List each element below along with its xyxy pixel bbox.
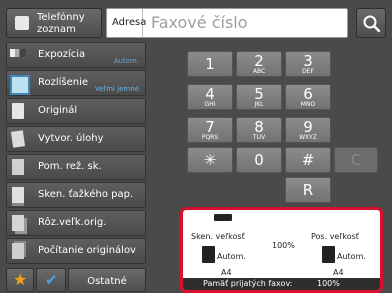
fax-memory-label: Pamäť prijatých faxov: (203, 279, 293, 288)
sidebar-item-value: Autom. (113, 57, 139, 65)
phonebook-label: Telefónny zoznam (37, 12, 85, 35)
key-asterisk[interactable]: ✳ (187, 147, 233, 173)
sidebar-item-label: Vytvor. úlohy (38, 133, 104, 144)
send-size-label: Pos. veľkosť (311, 232, 359, 241)
scan-auto-value: Autom. (217, 252, 246, 261)
sidebar-item-label: Expozícia (38, 49, 86, 60)
confirm-button[interactable]: ✔ (36, 268, 66, 292)
key-hash[interactable]: # (285, 147, 331, 173)
favorites-button[interactable]: ★ (6, 268, 34, 292)
sidebar-item-label: Sken. ťažkého pap. (38, 189, 134, 200)
fax-memory-value: 100% (317, 279, 340, 288)
sidebar-item-slow-scan[interactable]: Pom. rež. sk. (6, 154, 146, 180)
search-button[interactable] (356, 8, 386, 38)
key-2[interactable]: 2 ABC (236, 51, 282, 77)
key-6[interactable]: 6 MNO (285, 84, 331, 110)
key-5[interactable]: 5 JKL (236, 84, 282, 110)
send-auto-value: Autom. (337, 252, 366, 261)
key-letters: TUV (252, 134, 266, 141)
key-digit: ✳ (203, 151, 217, 169)
clear-label: C (350, 151, 362, 169)
key-letters: DEF (302, 68, 314, 75)
key-letters: ABC (252, 68, 266, 75)
resolution-icon (10, 75, 30, 95)
search-icon (363, 15, 381, 33)
key-0[interactable]: 0 (236, 147, 282, 173)
other-label: Ostatné (87, 276, 127, 287)
count-icon (12, 243, 24, 259)
sidebar-item-label: Počítanie originálov (38, 245, 136, 256)
key-digit: 0 (254, 151, 264, 169)
sidebar-item-exposure[interactable]: Expozícia Autom. (6, 42, 146, 68)
checkmark-icon: ✔ (45, 271, 58, 289)
scan-paper-size: A4 (221, 268, 232, 277)
star-icon: ★ (13, 270, 28, 289)
sidebar-item-value: Veľmi jemné (95, 85, 139, 93)
original-icon (12, 103, 24, 119)
address-label: Adresa (107, 9, 146, 37)
sidebar-item-label: Originál (38, 105, 78, 116)
key-letters: MNO (300, 101, 316, 108)
recall-label: R (302, 181, 314, 199)
sidebar-item-resolution[interactable]: Rozlíšenie Veľmi jemné (6, 70, 146, 96)
fax-number-placeholder: Faxové číslo (151, 13, 248, 32)
key-9[interactable]: 9 WXYZ (285, 117, 331, 143)
other-button[interactable]: Ostatné (68, 268, 146, 292)
exposure-icon (10, 49, 26, 57)
key-digit: 1 (205, 55, 215, 73)
ratio-value: 100% (272, 241, 295, 250)
scan-paper-icon (202, 246, 215, 263)
fax-memory-bar: Pamäť prijatých faxov: 100% (183, 278, 380, 290)
phonebook-icon (15, 16, 29, 30)
mixed-size-icon (12, 215, 24, 231)
scan-size-label: Sken. veľkosť (191, 232, 245, 241)
recall-button[interactable]: R (285, 177, 331, 203)
heavy-paper-icon (12, 187, 24, 206)
slow-scan-icon (12, 159, 24, 175)
key-7[interactable]: 7 PQRS (187, 117, 233, 143)
key-letters: PQRS (201, 134, 219, 141)
sidebar-item-original[interactable]: Originál (6, 98, 146, 124)
sidebar-item-label: Rozlíšenie (38, 77, 89, 88)
sidebar-item-mixed-size[interactable]: Rôz.veľk.orig. (6, 210, 146, 236)
key-letters: WXYZ (299, 134, 317, 141)
send-paper-size: A4 (333, 268, 344, 277)
key-1[interactable]: 1 (187, 51, 233, 77)
key-3[interactable]: 3 DEF (285, 51, 331, 77)
job-build-icon (10, 130, 26, 148)
sidebar-item-label: Pom. rež. sk. (38, 161, 102, 172)
key-letters: GHI (204, 101, 216, 108)
key-digit: # (301, 151, 315, 169)
sidebar-item-count[interactable]: Počítanie originálov (6, 238, 146, 264)
sidebar-item-heavy-paper[interactable]: Sken. ťažkého pap. (6, 182, 146, 208)
key-letters: JKL (254, 101, 264, 108)
key-8[interactable]: 8 TUV (236, 117, 282, 143)
fax-number-field[interactable]: Adresa Faxové číslo (106, 8, 348, 38)
phonebook-button[interactable]: Telefónny zoznam (6, 8, 102, 38)
sidebar-item-label: Rôz.veľk.orig. (38, 217, 107, 228)
clear-button[interactable]: C (334, 147, 378, 173)
scanner-icon (214, 214, 232, 221)
send-paper-icon (322, 246, 335, 263)
scan-info-panel[interactable]: Sken. veľkosť Pos. veľkosť 100% Autom. A… (180, 207, 383, 293)
sidebar-item-job-build[interactable]: Vytvor. úlohy (6, 126, 146, 152)
key-4[interactable]: 4 GHI (187, 84, 233, 110)
